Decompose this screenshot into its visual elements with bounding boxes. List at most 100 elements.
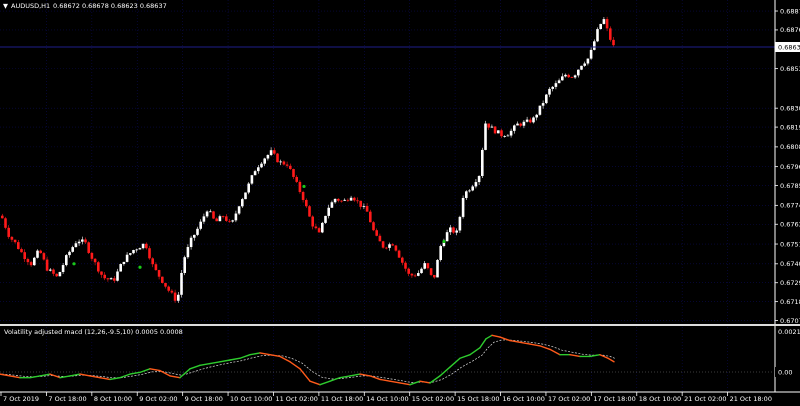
candle-bear <box>314 226 318 229</box>
chart-area[interactable]: 0.68870 0.68760 0.68535 0.68305 0.68195 0.680… <box>0 0 800 406</box>
candle-bull <box>58 272 62 277</box>
candle-bull <box>516 123 519 126</box>
candle-bear <box>452 227 455 233</box>
candle-bull <box>343 199 346 201</box>
candle-bull <box>244 192 247 200</box>
candle-bear <box>151 258 154 265</box>
candle-bear <box>103 274 106 279</box>
time-tick-label: 21 Oct 02:00 <box>684 395 726 403</box>
candle-bull <box>132 249 135 254</box>
candle-bear <box>311 216 314 227</box>
candle-bull <box>436 259 439 278</box>
candle-bear <box>113 278 116 281</box>
time-tick-label: 11 Oct 02:00 <box>275 395 317 403</box>
candle-bull <box>269 150 273 155</box>
candle-bear <box>401 257 404 263</box>
candle-bear <box>487 123 490 128</box>
candle-bear <box>26 259 30 263</box>
time-tick-label: 15 Oct 18:00 <box>457 395 499 403</box>
candle-bull <box>231 220 234 222</box>
candle-bull <box>522 121 526 126</box>
candle-bear <box>426 263 430 269</box>
candle-bear <box>215 218 218 222</box>
candle-bear <box>161 276 164 283</box>
candle-bull <box>583 63 586 66</box>
signal-dot <box>302 184 306 189</box>
candle-bull <box>49 269 52 271</box>
candle-bull <box>548 88 551 95</box>
candle-bull <box>209 211 212 213</box>
candle-bear <box>317 228 321 233</box>
candle-bear <box>228 220 231 222</box>
candle-bear <box>378 235 382 242</box>
price-tick-label: 0.68535 <box>780 65 800 73</box>
candle-bear <box>529 119 532 123</box>
candle-bull <box>138 248 142 250</box>
candle-bear <box>13 239 17 243</box>
candle-bull <box>119 264 122 272</box>
candle-bull <box>65 255 68 266</box>
candle-bear <box>500 130 503 137</box>
candle-bear <box>276 153 279 163</box>
candle-bear <box>375 230 378 236</box>
candle-bull <box>586 58 590 64</box>
candle-bull <box>253 171 257 176</box>
price-tick-label: 0.68870 <box>780 7 800 15</box>
candle-bull <box>116 271 119 281</box>
candle-bull <box>538 105 542 115</box>
candle-bear <box>519 123 522 126</box>
candle-bear <box>292 169 295 177</box>
time-tick-label: 16 Oct 10:00 <box>503 395 545 403</box>
candle-bear <box>433 274 436 278</box>
time-tick-label: 15 Oct 02:00 <box>412 395 454 403</box>
candle-bear <box>87 242 90 253</box>
candle-bear <box>167 286 170 291</box>
price-tick-label: 0.68760 <box>780 26 800 34</box>
candle-bull <box>599 23 602 30</box>
candle-bear <box>340 200 343 202</box>
candle-bear <box>605 19 609 29</box>
candle-bull <box>580 65 583 70</box>
candle-bear <box>154 264 158 271</box>
candle-bear <box>397 250 401 258</box>
indicator-axis-top: 0.0021 <box>778 328 800 336</box>
candle-bear <box>106 278 110 280</box>
candle-bull <box>218 216 222 222</box>
candle-bull <box>199 221 202 229</box>
candle-bear <box>298 181 302 193</box>
candle-bull <box>490 126 494 128</box>
price-tick-label: 0.67630 <box>780 221 800 229</box>
candle-bull <box>321 222 324 233</box>
candle-bull <box>474 182 478 187</box>
chart-background <box>0 0 800 406</box>
candle-bear <box>305 199 308 207</box>
time-tick-label: 17 Oct 18:00 <box>593 395 635 403</box>
price-tick-label: 0.67070 <box>780 317 800 325</box>
candle-bear <box>1 215 4 219</box>
candle-bear <box>20 249 23 253</box>
pane-separator[interactable] <box>0 324 800 326</box>
symbol-menu-icon[interactable]: ▼ <box>3 2 8 10</box>
candle-bull <box>183 257 186 273</box>
candle-bear <box>359 200 362 207</box>
candle-bull <box>257 167 260 172</box>
candle-bull <box>74 243 78 248</box>
price-tick-label: 0.67515 <box>780 240 800 248</box>
candle-bull <box>564 74 567 77</box>
candle-bull <box>388 244 391 248</box>
candle-bull <box>202 216 206 222</box>
candle-bull <box>545 94 548 104</box>
candle-bull <box>541 103 545 106</box>
candle-bear <box>39 250 42 254</box>
candle-bull <box>455 230 458 233</box>
candle-bull <box>481 149 484 176</box>
candle-bull <box>468 190 471 192</box>
candle-bear <box>372 222 375 231</box>
candle-bull <box>129 253 132 255</box>
candle-bear <box>353 197 356 201</box>
candle-bull <box>551 86 554 89</box>
candle-bull <box>417 273 420 276</box>
candle-bull <box>509 130 513 136</box>
candle-bear <box>301 192 305 200</box>
price-tick-label: 0.67290 <box>780 279 800 287</box>
